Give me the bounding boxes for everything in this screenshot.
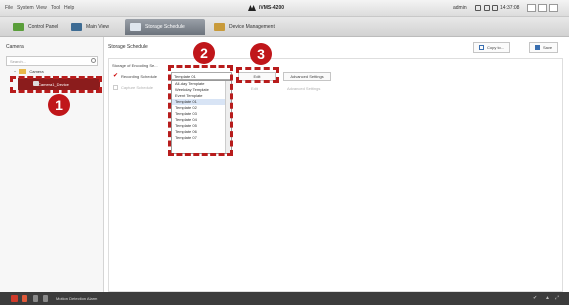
tab-device-management[interactable]: Device Management xyxy=(209,19,280,35)
camera-search-input[interactable]: Search... xyxy=(6,56,98,66)
menu-file[interactable]: File xyxy=(5,5,13,11)
callout-box-3 xyxy=(236,67,279,83)
copy-icon xyxy=(479,45,484,50)
pin-icon[interactable]: ✔ xyxy=(533,295,537,301)
checkbox-checked[interactable]: ✔ xyxy=(113,73,118,79)
save-button[interactable]: Save xyxy=(529,42,559,53)
camera-panel-heading: Camera xyxy=(6,44,24,50)
checkbox-unchecked[interactable] xyxy=(113,85,118,90)
menu-system[interactable]: System xyxy=(17,5,34,11)
page-title: Storage Schedule xyxy=(108,44,148,50)
clock: 14:37:08 xyxy=(500,5,520,11)
recording-schedule-row: ✔ Recording Schedule xyxy=(113,73,158,79)
tab-label: Control Panel xyxy=(28,24,59,30)
menu-tool[interactable]: Tool xyxy=(51,5,60,11)
menu-help[interactable]: Help xyxy=(64,5,74,11)
capture-schedule-row: Capture Schedule xyxy=(113,85,153,90)
alarm-icon[interactable] xyxy=(492,5,498,11)
callout-box-2 xyxy=(168,65,233,156)
device-management-icon xyxy=(214,23,225,31)
notification-icon[interactable] xyxy=(43,295,48,302)
menu-view[interactable]: View xyxy=(36,5,47,11)
copy-to-button[interactable]: Copy to... xyxy=(473,42,511,53)
callout-badge-3: 3 xyxy=(250,43,272,65)
recording-schedule-label: Recording Schedule xyxy=(121,74,158,79)
restore-button[interactable] xyxy=(527,4,536,12)
monitor-icon[interactable] xyxy=(484,5,490,11)
lock-icon[interactable] xyxy=(475,5,481,11)
control-panel-icon xyxy=(13,23,24,31)
callout-badge-2: 2 xyxy=(193,42,215,64)
tab-label: Storage Schedule xyxy=(145,24,185,30)
tab-storage-schedule[interactable]: Storage Schedule xyxy=(125,19,205,35)
expand-icon[interactable]: ⤢ xyxy=(555,295,559,301)
user-name[interactable]: admin xyxy=(453,5,467,11)
tab-main-view[interactable]: Main View xyxy=(66,19,114,35)
storage-schedule-icon xyxy=(130,23,141,31)
tab-control-panel[interactable]: Control Panel xyxy=(8,19,63,35)
save-label: Save xyxy=(543,45,553,50)
app-title: iVMS-4200 xyxy=(259,5,285,11)
tree-root-label: Camera xyxy=(29,69,44,74)
minimize-button[interactable] xyxy=(538,4,547,12)
collapse-icon[interactable]: − xyxy=(14,69,16,74)
save-icon xyxy=(535,45,540,50)
folder-icon xyxy=(19,69,27,74)
copy-to-label: Copy to... xyxy=(487,45,505,50)
tree-root-camera[interactable]: − Camera xyxy=(14,69,44,74)
alarm-status-icon[interactable] xyxy=(11,295,18,302)
main-view-icon xyxy=(71,23,82,31)
event-icon[interactable] xyxy=(33,295,38,302)
edit-button-disabled: Edit xyxy=(251,86,258,91)
arrow-up-icon[interactable]: ▲ xyxy=(545,295,550,301)
advanced-settings-button[interactable]: Advanced Settings xyxy=(283,72,331,81)
sound-icon[interactable] xyxy=(22,295,27,302)
tab-label: Main View xyxy=(86,24,109,30)
section-heading: Storage of Encoding Se... xyxy=(112,63,158,68)
callout-badge-1: 1 xyxy=(48,94,70,116)
status-text: Motion Detection Alarm xyxy=(56,296,98,301)
close-button[interactable] xyxy=(549,4,558,12)
advanced-settings-disabled: Advanced Settings xyxy=(287,86,321,91)
tab-label: Device Management xyxy=(229,24,275,30)
capture-schedule-label: Capture Schedule xyxy=(121,85,154,90)
callout-box-1 xyxy=(10,76,102,93)
search-icon[interactable] xyxy=(91,58,96,63)
